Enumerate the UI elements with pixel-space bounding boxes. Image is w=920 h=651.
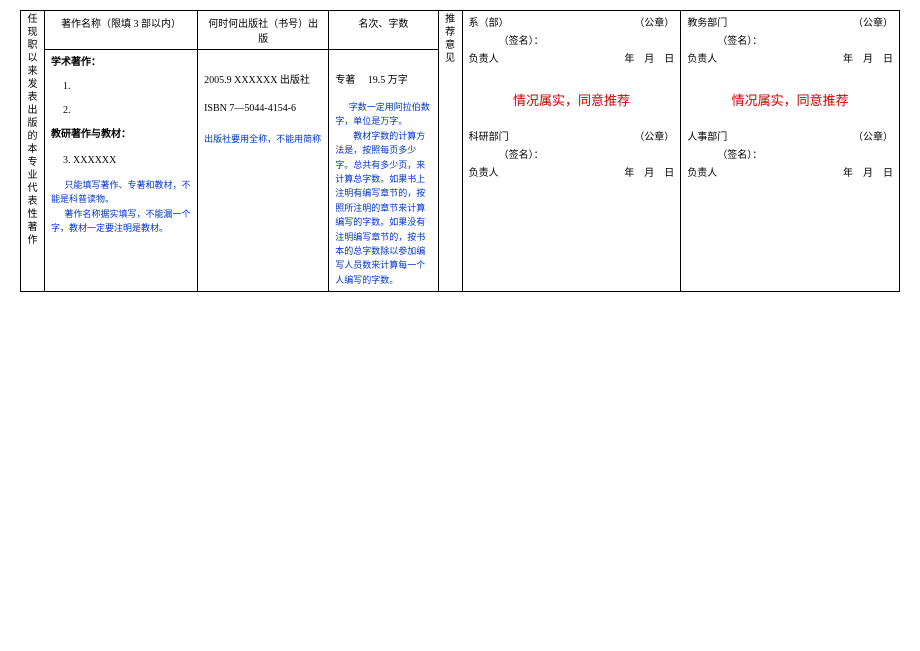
person4-label: 负责人	[687, 165, 717, 183]
person2-label: 负责人	[469, 165, 499, 183]
dept2-label: 科研部门	[469, 129, 509, 147]
dept1-sig: （签名）：	[469, 33, 675, 51]
approve-text-1: 情况属实，同意推荐	[513, 93, 630, 108]
pub-note: 出版社要用全称，不能用简称	[204, 132, 322, 146]
works-cell: 学术著作： 1. 2. 教研著作与教材： 3. XXXXXX 只能填写著作、专著…	[45, 50, 198, 292]
count-line-1: 专著 19.5 万字	[335, 72, 431, 90]
dept4-sig: （签名）：	[687, 147, 893, 165]
side-header-works: 任现职以来发表出版的本专业代表性著作	[21, 11, 45, 292]
approval-cell-left: 系（部） （公章） （签名）： 负责人 年 月 日 情况属实，同意推荐 科研部门…	[462, 11, 681, 292]
dept3-seal: （公章）	[853, 15, 893, 33]
work-item-2: 2.	[51, 102, 191, 120]
date1: 年 月 日	[624, 51, 674, 69]
approval-cell-right: 教务部门 （公章） （签名）： 负责人 年 月 日 情况属实，同意推荐 人事部门…	[681, 11, 900, 292]
document-table: 任现职以来发表出版的本专业代表性著作 著作名称（限填 3 部以内） 何时何出版社…	[20, 10, 900, 292]
work-item-3: 3. XXXXXX	[51, 152, 191, 170]
works-note-2: 著作名称据实填写，不能漏一个字，教材一定要注明是教材。	[51, 207, 191, 236]
date4: 年 月 日	[843, 165, 893, 183]
dept1-label: 系（部）	[469, 15, 509, 33]
dept4-seal: （公章）	[853, 129, 893, 147]
date2: 年 月 日	[624, 165, 674, 183]
count-note: 字数一定用阿拉伯数字，单位是万字。 教材字数的计算方法是，按照每页多少字。总共有…	[335, 100, 431, 287]
approve-text-2: 情况属实，同意推荐	[732, 93, 849, 108]
dept4-label: 人事部门	[687, 129, 727, 147]
side-header-opinion: 推荐意见	[438, 11, 462, 292]
count-cell: 专著 19.5 万字 字数一定用阿拉伯数字，单位是万字。 教材字数的计算方法是，…	[329, 50, 438, 292]
dept2-sig: （签名）：	[469, 147, 675, 165]
dept2-seal: （公章）	[634, 129, 674, 147]
dept3-label: 教务部门	[687, 15, 727, 33]
person1-label: 负责人	[469, 51, 499, 69]
person3-label: 负责人	[687, 51, 717, 69]
academic-label: 学术著作：	[51, 54, 191, 72]
pub-line-1: 2005.9 XXXXXX 出版社	[204, 72, 322, 90]
header-count: 名次、字数	[329, 11, 438, 50]
pub-cell: 2005.9 XXXXXX 出版社 ISBN 7—5044-4154-6 出版社…	[198, 50, 329, 292]
dept3-sig: （签名）：	[687, 33, 893, 51]
work-item-1: 1.	[51, 78, 191, 96]
works-note-1: 只能填写著作、专著和教材，不能是科普读物。	[51, 178, 191, 207]
date3: 年 月 日	[843, 51, 893, 69]
dept1-seal: （公章）	[634, 15, 674, 33]
header-pub: 何时何出版社（书号）出版	[198, 11, 329, 50]
pub-line-2: ISBN 7—5044-4154-6	[204, 100, 322, 118]
textbook-label: 教研著作与教材：	[51, 126, 191, 144]
header-title: 著作名称（限填 3 部以内）	[45, 11, 198, 50]
